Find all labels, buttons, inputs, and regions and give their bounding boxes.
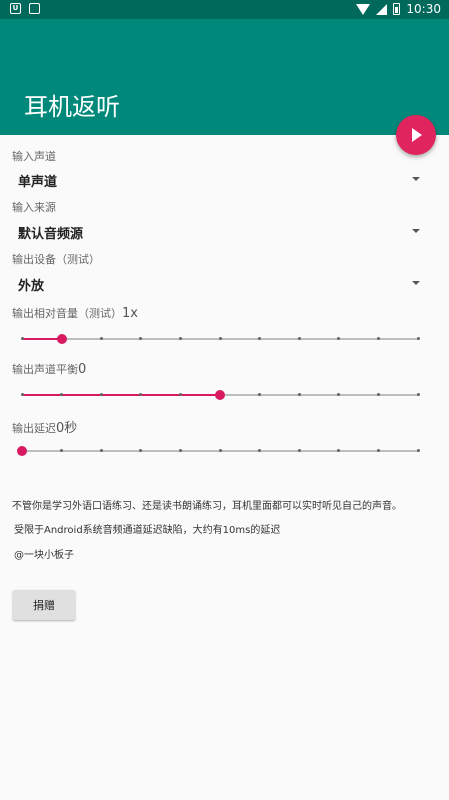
slider-tick — [178, 449, 182, 452]
slider-tick — [139, 337, 143, 340]
play-button[interactable] — [396, 115, 436, 155]
slider-tick — [99, 337, 103, 340]
slider-tick — [297, 337, 301, 340]
slider-tick — [416, 393, 420, 396]
app-bar: 耳机返听 — [0, 19, 449, 135]
volume-value: 1x — [122, 306, 138, 321]
slider-tick — [20, 337, 24, 340]
input-channel-select[interactable]: 单声道 — [12, 166, 424, 192]
slider-tick — [337, 393, 341, 396]
slider-tick — [376, 337, 380, 340]
notification-icon: U — [10, 3, 21, 14]
output-device-value: 外放 — [18, 279, 45, 294]
signal-icon — [376, 3, 388, 15]
slider-tick — [60, 393, 64, 396]
balance-value: 0 — [78, 362, 87, 377]
slider-fill — [22, 337, 62, 340]
slider-tick — [376, 393, 380, 396]
delay-slider[interactable] — [17, 443, 420, 459]
notification-icon — [29, 3, 40, 14]
slider-tick — [258, 393, 262, 396]
slider-tick — [416, 337, 420, 340]
status-time: 10:30 — [406, 2, 441, 16]
slider-tick — [416, 449, 420, 452]
slider-tick — [258, 449, 262, 452]
slider-tick — [258, 337, 262, 340]
page-title: 耳机返听 — [24, 93, 120, 121]
slider-tick — [99, 449, 103, 452]
slider-tick — [337, 449, 341, 452]
balance-slider[interactable] — [20, 387, 420, 403]
slider-tick — [60, 449, 64, 452]
status-bar: U 10:30 — [0, 0, 449, 19]
slider-tick — [178, 337, 182, 340]
slider-tick — [178, 393, 182, 396]
output-device-label: 输出设备（测试） — [12, 253, 100, 266]
dropdown-arrow-icon — [412, 229, 420, 233]
wifi-icon — [356, 3, 371, 15]
info-text-2: 受限于Android系统音频通道延迟缺陷，大约有10ms的延迟 — [14, 525, 281, 536]
input-source-label: 输入来源 — [12, 201, 56, 214]
slider-thumb[interactable] — [215, 390, 225, 400]
slider-tick — [139, 393, 143, 396]
slider-tick — [20, 393, 24, 396]
slider-thumb[interactable] — [56, 334, 67, 344]
info-text-1: 不管你是学习外语口语练习、还是读书朗诵练习，耳机里面都可以实时听见自己的声音。 — [12, 501, 402, 512]
slider-fill — [22, 393, 220, 396]
donate-button[interactable]: 捐赠 — [13, 590, 75, 620]
volume-slider[interactable] — [20, 331, 420, 347]
slider-tick — [337, 337, 341, 340]
input-source-value: 默认音频源 — [18, 227, 84, 242]
slider-tick — [297, 393, 301, 396]
input-source-select[interactable]: 默认音频源 — [12, 218, 424, 244]
slider-tick — [218, 449, 222, 452]
volume-label: 输出相对音量（测试）1x — [12, 306, 138, 321]
dropdown-arrow-icon — [412, 281, 420, 285]
delay-label: 输出延迟0秒 — [12, 421, 78, 436]
slider-tick — [376, 449, 380, 452]
balance-label: 输出声道平衡0 — [12, 362, 87, 377]
slider-tick — [99, 393, 103, 396]
dropdown-arrow-icon — [412, 177, 420, 181]
battery-icon — [393, 3, 401, 15]
delay-value: 0秒 — [56, 421, 78, 436]
input-channel-value: 单声道 — [18, 175, 58, 190]
input-channel-label: 输入声道 — [12, 150, 56, 163]
slider-tick — [139, 449, 143, 452]
output-device-select[interactable]: 外放 — [12, 270, 424, 296]
author-credit: @一块小板子 — [14, 550, 74, 561]
slider-thumb[interactable] — [17, 446, 27, 456]
slider-tick — [297, 449, 301, 452]
slider-tick — [218, 337, 222, 340]
